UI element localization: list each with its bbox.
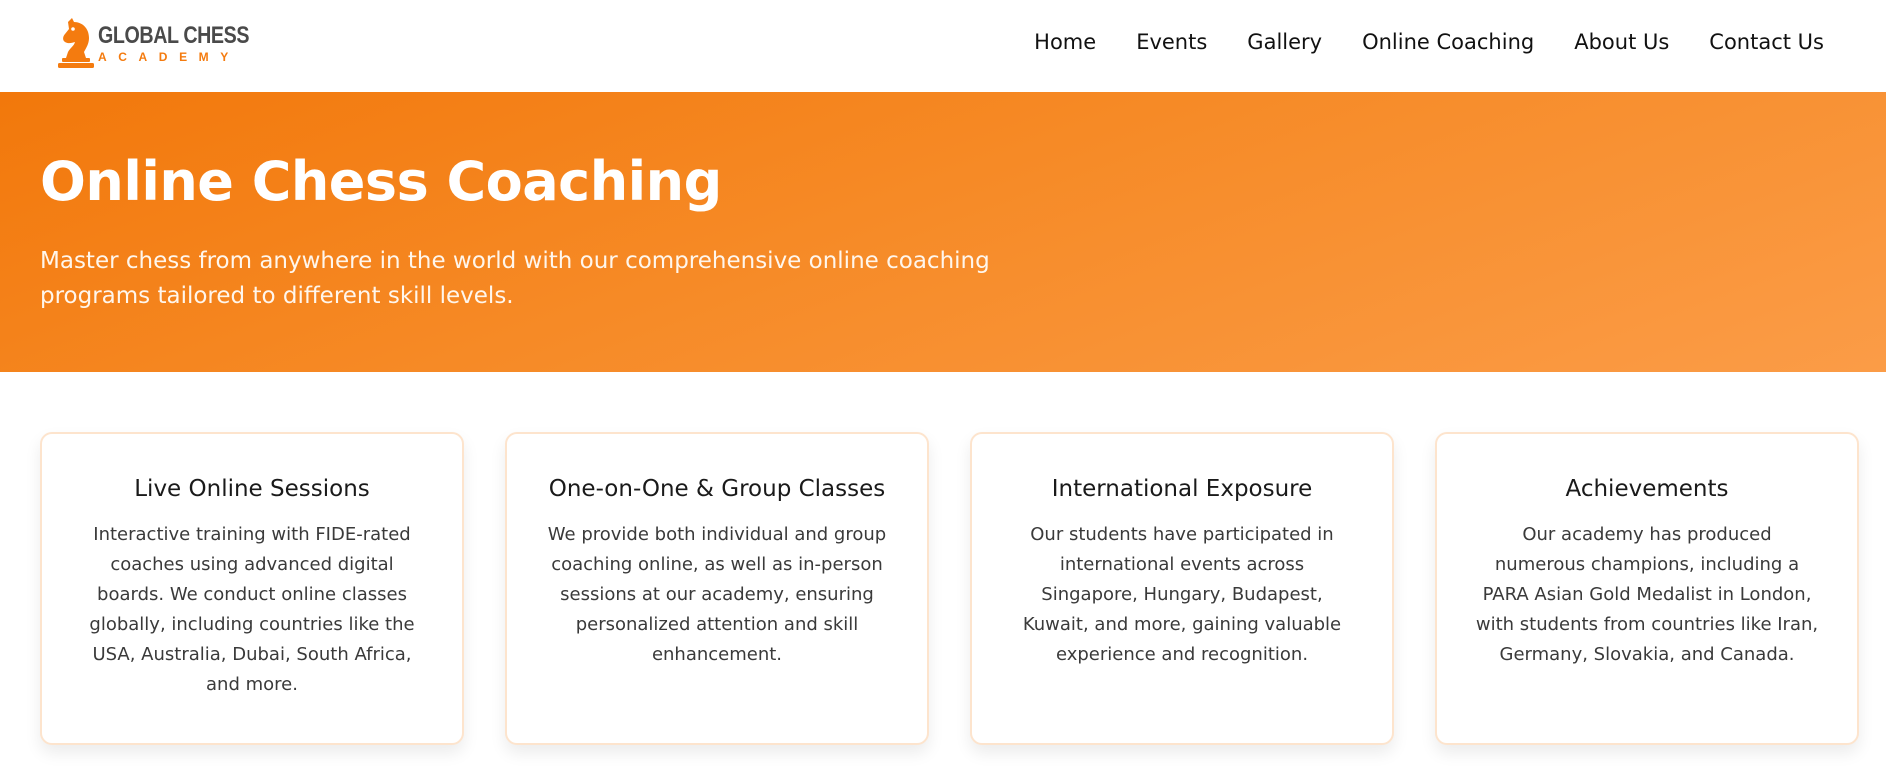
card-text: Interactive training with FIDE-rated coa…: [89, 524, 415, 695]
hero-banner: Online Chess Coaching Master chess from …: [0, 92, 1886, 372]
feature-card-live-online-sessions: Live Online Sessions Interactive trainin…: [40, 432, 464, 745]
card-title: One-on-One & Group Classes: [548, 476, 886, 502]
site-header: GLOBAL CHESS ACADEMY Home Events Gallery…: [0, 0, 1886, 92]
card-text: Our students have participated in intern…: [1022, 524, 1342, 665]
card-title: International Exposure: [1051, 476, 1313, 502]
chess-knight-icon: [58, 18, 94, 68]
page-title: Online Chess Coaching: [40, 150, 722, 213]
card-text: Our academy has produced numerous champi…: [1475, 524, 1819, 665]
nav-gallery[interactable]: Gallery: [1247, 30, 1322, 54]
hero-subtitle: Master chess from anywhere in the world …: [40, 248, 990, 309]
main-nav: Home Events Gallery Online Coaching Abou…: [1034, 30, 1824, 54]
card-title: Live Online Sessions: [134, 476, 370, 502]
card-title: Achievements: [1565, 476, 1729, 502]
brand-logo[interactable]: GLOBAL CHESS ACADEMY: [56, 16, 282, 70]
feature-card-one-on-one-group: One-on-One & Group Classes We provide bo…: [505, 432, 929, 745]
brand-tagline: ACADEMY: [98, 49, 240, 64]
feature-card-international-exposure: International Exposure Our students have…: [970, 432, 1394, 745]
card-text: We provide both individual and group coa…: [547, 524, 887, 665]
nav-about-us[interactable]: About Us: [1574, 30, 1669, 54]
brand-name: GLOBAL CHESS: [98, 21, 250, 49]
feature-cards: Live Online Sessions Interactive trainin…: [40, 432, 1859, 745]
feature-card-achievements: Achievements Our academy has produced nu…: [1435, 432, 1859, 745]
nav-home[interactable]: Home: [1034, 30, 1096, 54]
nav-events[interactable]: Events: [1136, 30, 1207, 54]
nav-online-coaching[interactable]: Online Coaching: [1362, 30, 1534, 54]
nav-contact-us[interactable]: Contact Us: [1709, 30, 1824, 54]
